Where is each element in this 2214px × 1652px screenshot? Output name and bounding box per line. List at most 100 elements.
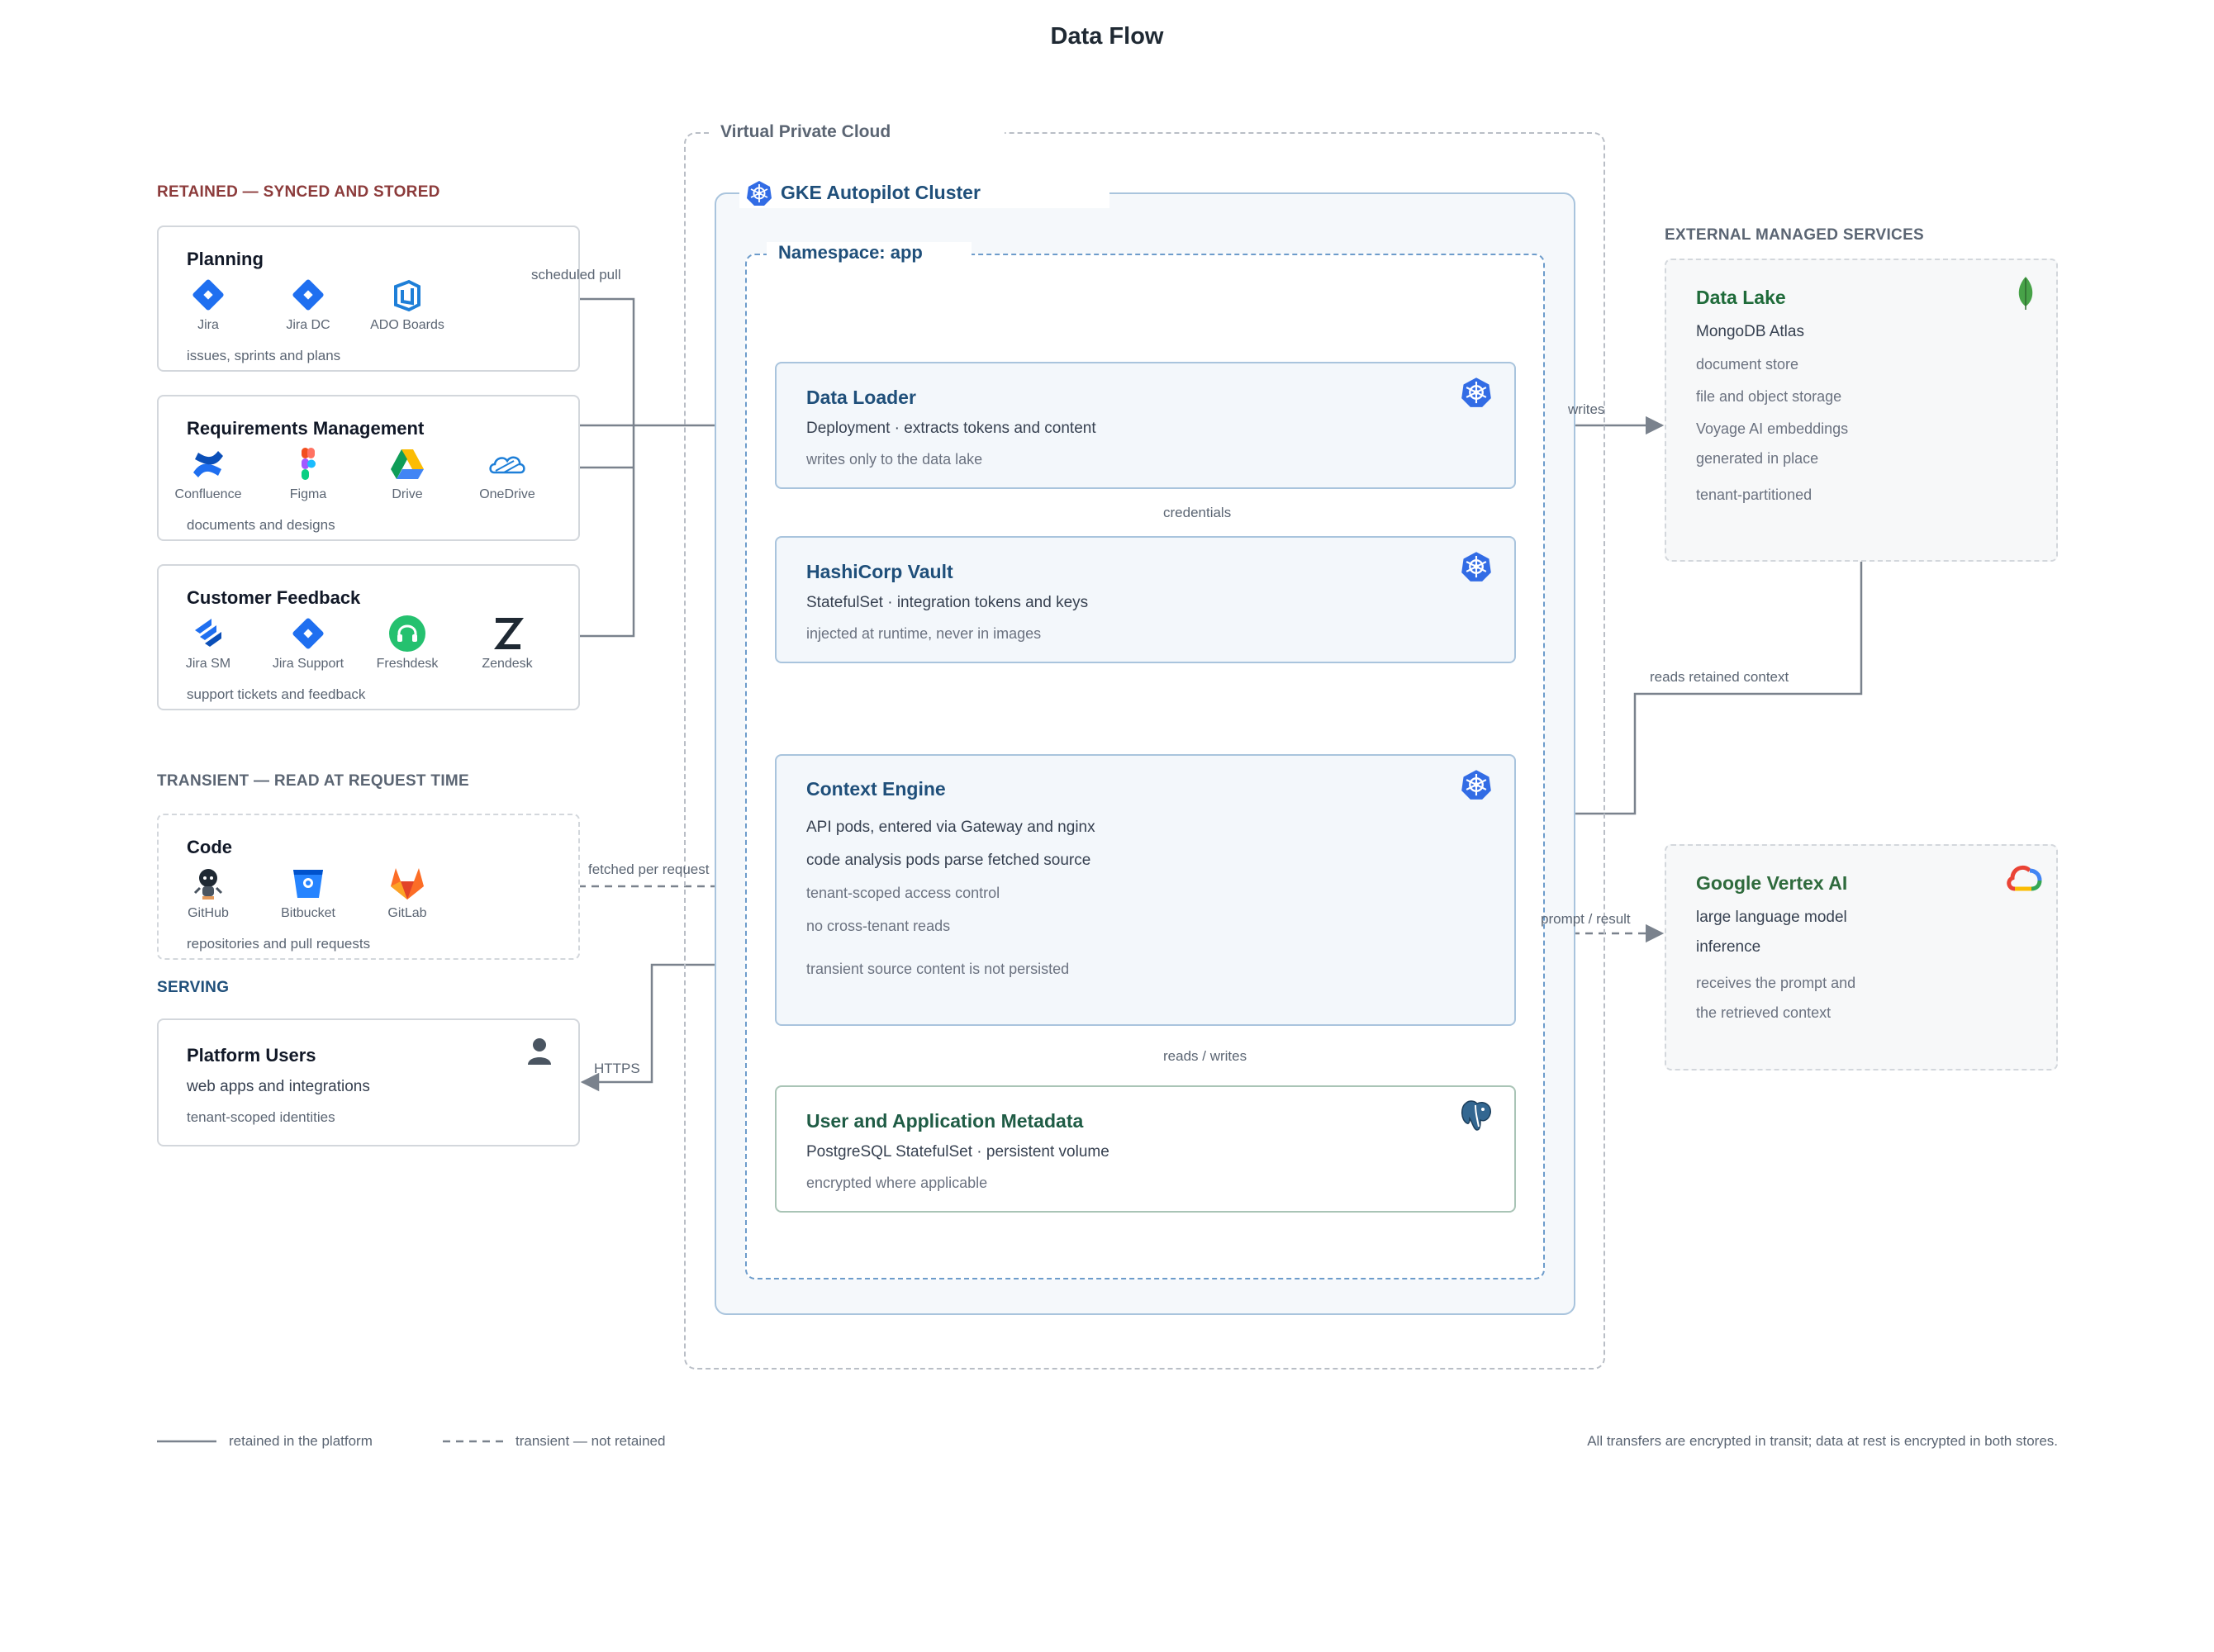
- ado-boards-icon: [394, 279, 420, 312]
- tool-ado-boards: ADO Boards: [358, 275, 457, 333]
- github-octocat-icon: [193, 869, 223, 900]
- planning-title: Planning: [187, 249, 264, 269]
- tool-label: Jira Support: [272, 657, 344, 671]
- context-engine-title: Context Engine: [806, 778, 946, 800]
- tool-confluence: Confluence: [159, 444, 258, 502]
- tool-drive: Drive: [358, 444, 457, 502]
- gitlab-icon: [391, 868, 424, 900]
- page-title: Data Flow: [1050, 23, 1164, 50]
- requirements-caption: documents and designs: [187, 517, 335, 533]
- code-title: Code: [187, 837, 232, 857]
- tool-label: Jira: [197, 318, 219, 332]
- platform-users-card: Platform Users web apps and integrations…: [157, 1018, 580, 1146]
- vault-line1: StatefulSet · integration tokens and key…: [806, 594, 1089, 611]
- reads-retained-label: reads retained context: [1650, 669, 1789, 685]
- tool-label: Confluence: [174, 487, 242, 501]
- data-lake-line: file and object storage: [1696, 388, 1842, 405]
- user-icon: [528, 1038, 551, 1065]
- feedback-caption: support tickets and feedback: [187, 686, 366, 702]
- encryption-note: All transfers are encrypted in transit; …: [1587, 1433, 2058, 1449]
- metadata-line1: PostgreSQL StatefulSet · persistent volu…: [806, 1143, 1109, 1161]
- external-section-header: EXTERNAL MANAGED SERVICES: [1665, 226, 1925, 244]
- google-cloud-icon: [2007, 865, 2042, 891]
- transient-section-header: TRANSIENT — READ AT REQUEST TIME: [157, 772, 469, 790]
- reads-writes-label: reads / writes: [1163, 1048, 1247, 1064]
- fetched-label: fetched per request: [588, 862, 710, 877]
- tool-freshdesk: Freshdesk: [358, 614, 457, 672]
- credentials-label: credentials: [1163, 505, 1232, 520]
- tool-label: Freshdesk: [376, 657, 439, 671]
- gke-cluster-label: GKE Autopilot Cluster: [781, 182, 981, 203]
- metadata-title: User and Application Metadata: [806, 1110, 1084, 1132]
- data-lake-line: document store: [1696, 356, 1799, 373]
- requirements-card: Requirements Management Confluence Figma…: [157, 395, 580, 541]
- vault-line2: injected at runtime, never in images: [806, 625, 1042, 642]
- context-engine-line3: tenant-scoped access control: [806, 885, 1000, 901]
- mongodb-leaf-icon: [2018, 277, 2033, 310]
- kubernetes-icon: [1461, 552, 1491, 582]
- planning-caption: issues, sprints and plans: [187, 348, 341, 363]
- tool-label: Drive: [392, 487, 423, 501]
- data-lake-line: tenant-partitioned: [1696, 487, 1813, 503]
- kubernetes-icon: [1461, 770, 1491, 800]
- gke-cluster-tag: GKE Autopilot Cluster: [739, 178, 1109, 208]
- jira-service-management-icon: [195, 619, 221, 647]
- tool-label: Bitbucket: [281, 906, 335, 920]
- data-loader-service: Data Loader Deployment · extracts tokens…: [775, 362, 1516, 489]
- platform-users-line1: web apps and integrations: [187, 1078, 370, 1095]
- tool-jira: Jira: [159, 275, 258, 333]
- confluence-icon: [193, 451, 223, 477]
- kubernetes-icon: [747, 181, 772, 206]
- kubernetes-icon: [1461, 377, 1491, 407]
- data-loader-line1: Deployment · extracts tokens and content: [806, 420, 1096, 437]
- hashicorp-vault-service: HashiCorp Vault StatefulSet · integratio…: [775, 536, 1516, 663]
- code-card: Code GitHub Bitbucket GitLab repositorie…: [157, 814, 580, 960]
- data-flow-diagram: Data Flow RETAINED — SYNCED AND STORED T…: [0, 0, 2214, 1652]
- vertex-ai-external-service: Google Vertex AI large language model in…: [1665, 844, 2058, 1070]
- scheduled-pull-label: scheduled pull: [531, 267, 621, 282]
- metadata-line2: encrypted where applicable: [806, 1175, 988, 1191]
- tool-label: ADO Boards: [370, 318, 444, 332]
- tool-zendesk: Zendesk: [458, 614, 557, 672]
- tool-github: GitHub: [159, 863, 258, 921]
- data-lake-subtitle: MongoDB Atlas: [1696, 323, 1804, 340]
- jira-support-icon: [292, 618, 324, 649]
- tool-gitlab: GitLab: [358, 863, 457, 921]
- data-lake-external-service: Data Lake MongoDB Atlas document store f…: [1665, 259, 2058, 562]
- bitbucket-icon: [293, 870, 323, 898]
- vertex-ai-line4: the retrieved context: [1696, 1004, 1832, 1021]
- tool-label: Jira SM: [185, 657, 231, 671]
- vertex-ai-line3: receives the prompt and: [1696, 975, 1856, 991]
- context-engine-line4: no cross-tenant reads: [806, 918, 951, 934]
- figma-icon: [302, 448, 316, 480]
- https-label: HTTPS: [594, 1061, 640, 1076]
- vertex-ai-line1: large language model: [1696, 909, 1847, 926]
- jira-icon: [192, 279, 224, 311]
- data-loader-line2: writes only to the data lake: [806, 451, 983, 468]
- freshdesk-icon: [389, 615, 425, 652]
- tool-onedrive: OneDrive: [458, 444, 557, 502]
- vault-title: HashiCorp Vault: [806, 561, 953, 582]
- namespace-label: Namespace: app: [767, 242, 972, 263]
- platform-users-title: Platform Users: [187, 1045, 316, 1066]
- data-lake-line: generated in place: [1696, 450, 1819, 467]
- tool-figma: Figma: [259, 444, 358, 502]
- feedback-card: Customer Feedback Jira SM Jira Support F…: [157, 564, 580, 710]
- context-engine-line1: API pods, entered via Gateway and nginx: [806, 819, 1095, 836]
- data-lake-line: Voyage AI embeddings: [1696, 420, 1849, 437]
- prompt-result-label: prompt / result: [1541, 911, 1631, 927]
- tool-jira-sm: Jira SM: [159, 614, 258, 672]
- context-engine-line5: transient source content is not persiste…: [806, 961, 1070, 977]
- requirements-title: Requirements Management: [187, 418, 425, 439]
- tool-label: Zendesk: [482, 657, 533, 671]
- vpc-label: Virtual Private Cloud: [709, 122, 1005, 142]
- legend-retained-label: retained in the platform: [229, 1433, 373, 1449]
- tool-label: Figma: [289, 487, 327, 501]
- feedback-title: Customer Feedback: [187, 587, 361, 608]
- context-engine-line2: code analysis pods parse fetched source: [806, 852, 1091, 869]
- legend-transient-label: transient — not retained: [515, 1433, 666, 1449]
- vertex-ai-line2: inference: [1696, 938, 1761, 956]
- vertex-ai-title: Google Vertex AI: [1696, 872, 1848, 894]
- zendesk-icon: [494, 618, 524, 649]
- retained-section-header: RETAINED — SYNCED AND STORED: [157, 183, 440, 201]
